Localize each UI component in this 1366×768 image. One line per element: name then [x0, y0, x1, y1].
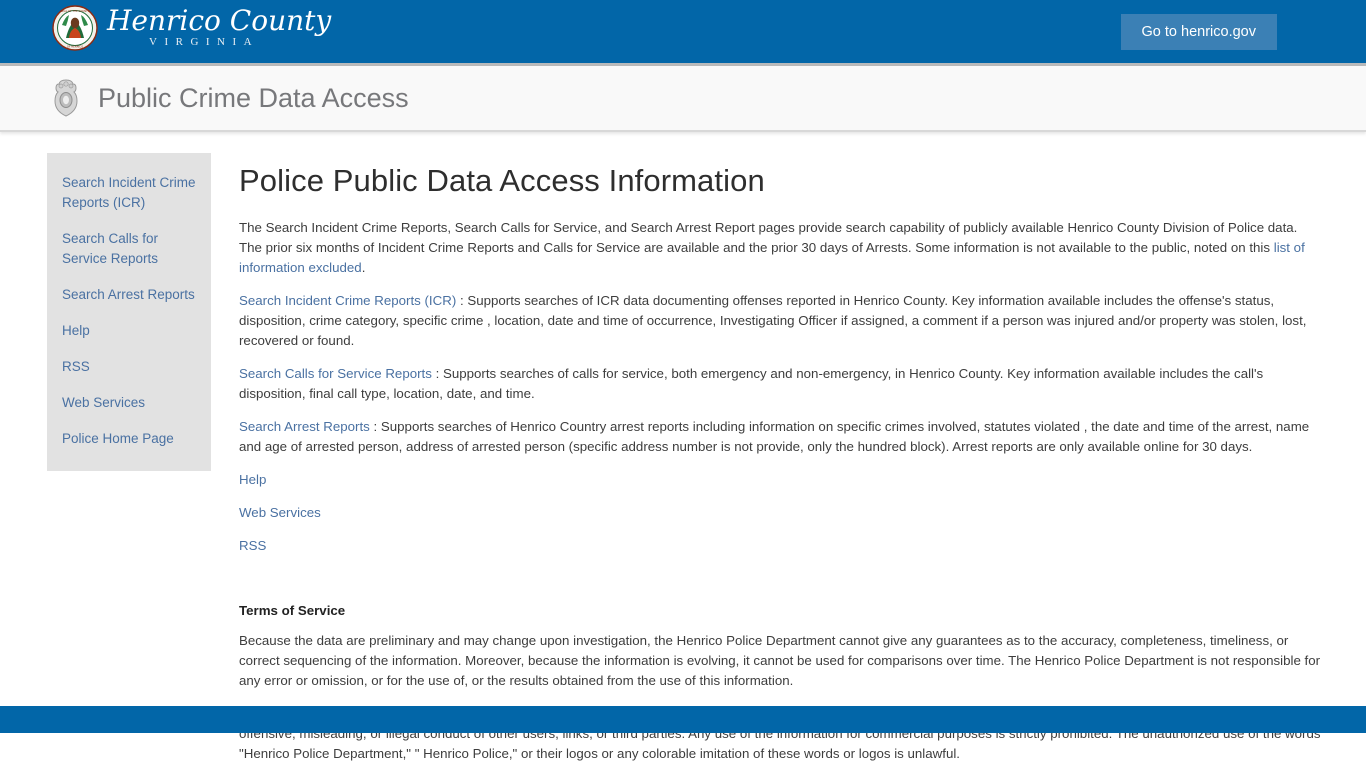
content-link-row-help: Help	[239, 470, 1323, 490]
sidebar-item-web-services[interactable]: Web Services	[47, 385, 211, 421]
brand-wordmark: Henrico County VIRGINIA	[107, 3, 332, 50]
content-title: Police Public Data Access Information	[239, 163, 765, 198]
intro-paragraph: The Search Incident Crime Reports, Searc…	[239, 218, 1323, 278]
page-layout: Search Incident Crime Reports (ICR) Sear…	[0, 132, 1366, 761]
search-icr-link[interactable]: Search Incident Crime Reports (ICR)	[239, 293, 456, 308]
content-link-web-services[interactable]: Web Services	[239, 505, 321, 520]
terms-paragraph-1: Because the data are preliminary and may…	[239, 633, 1321, 688]
sidebar-item-search-calls[interactable]: Search Calls for Service Reports	[47, 221, 211, 277]
top-brand-bar: SEAL OF THE COUNTY OF HENRICO Henrico Co…	[0, 0, 1366, 66]
brand-subtitle: VIRGINIA	[149, 35, 260, 48]
content-link-help[interactable]: Help	[239, 472, 266, 487]
police-badge-icon	[48, 76, 84, 120]
main-content: Police Public Data Access Information Th…	[211, 153, 1339, 768]
terms-of-service-heading: Terms of Service	[239, 603, 346, 618]
search-arrest-link[interactable]: Search Arrest Reports	[239, 419, 370, 434]
intro-text-after: .	[361, 260, 366, 275]
svg-text:OF HENRICO: OF HENRICO	[67, 45, 83, 49]
section-arrest-text: : Supports searches of Henrico Country a…	[239, 419, 1310, 454]
sidebar-nav: Search Incident Crime Reports (ICR) Sear…	[47, 153, 211, 471]
page-title: Public Crime Data Access	[98, 82, 409, 113]
content-link-row-web-services: Web Services	[239, 503, 1323, 523]
section-arrest-paragraph: Search Arrest Reports : Supports searche…	[239, 417, 1323, 457]
section-calls-paragraph: Search Calls for Service Reports : Suppo…	[239, 364, 1323, 404]
footer-bar	[0, 706, 1366, 733]
sidebar-item-police-home[interactable]: Police Home Page	[47, 421, 211, 457]
section-icr-paragraph: Search Incident Crime Reports (ICR) : Su…	[239, 291, 1323, 351]
content-link-rss[interactable]: RSS	[239, 538, 266, 553]
brand-logo-group[interactable]: SEAL OF THE COUNTY OF HENRICO Henrico Co…	[52, 5, 331, 51]
henrico-county-seal-icon: SEAL OF THE COUNTY OF HENRICO	[52, 5, 98, 51]
sidebar-item-search-icr[interactable]: Search Incident Crime Reports (ICR)	[47, 165, 211, 221]
sidebar-item-rss[interactable]: RSS	[47, 349, 211, 385]
go-to-henrico-gov-button[interactable]: Go to henrico.gov	[1120, 14, 1277, 50]
page-sub-header: Public Crime Data Access	[0, 66, 1366, 132]
brand-name: Henrico County	[107, 3, 332, 37]
svg-text:SEAL OF THE COUNTY: SEAL OF THE COUNTY	[61, 9, 90, 13]
intro-text-before: The Search Incident Crime Reports, Searc…	[239, 220, 1298, 255]
sidebar-item-help[interactable]: Help	[47, 313, 211, 349]
content-link-row-rss: RSS	[239, 536, 1323, 556]
search-calls-link[interactable]: Search Calls for Service Reports	[239, 366, 432, 381]
sidebar-item-search-arrest[interactable]: Search Arrest Reports	[47, 277, 211, 313]
